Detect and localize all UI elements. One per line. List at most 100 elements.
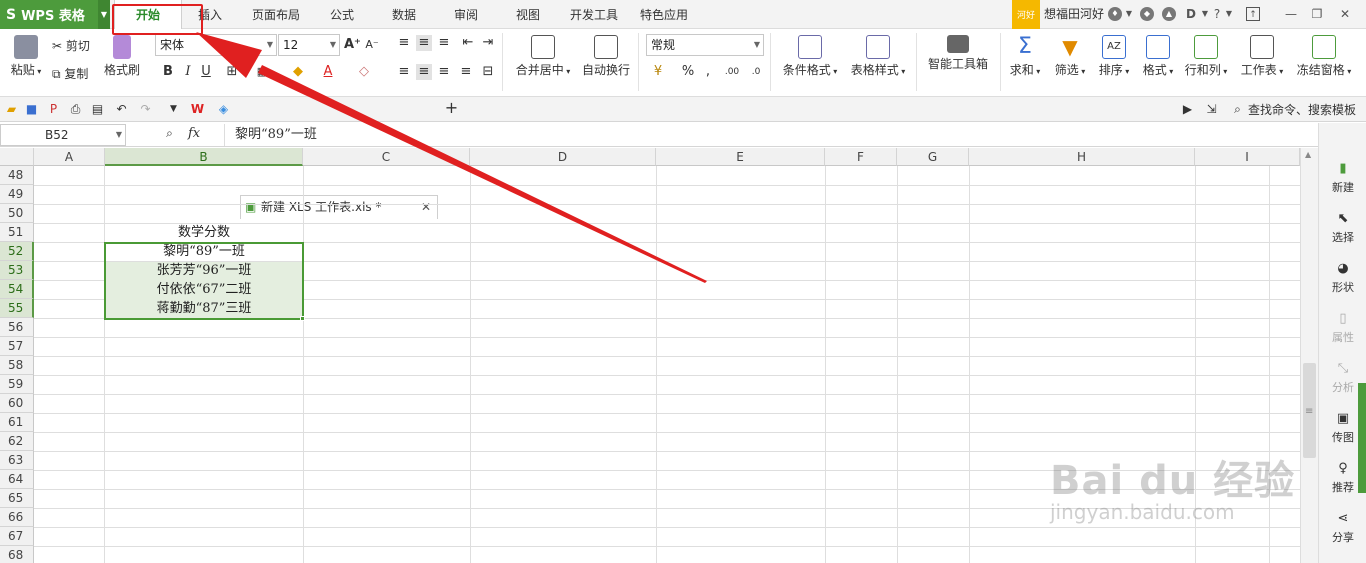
tab-special[interactable]: 特色应用 bbox=[636, 0, 692, 29]
merge-borders-icon[interactable]: ▦ bbox=[254, 64, 270, 80]
spreadsheet-grid[interactable]: A B C D E F G H I 48 49 50 51 52 53 54 5… bbox=[0, 148, 1300, 563]
align-right-icon[interactable]: ≡ bbox=[436, 64, 452, 80]
freeze-panes-button[interactable]: 冻结窗格 ▾ bbox=[1294, 35, 1354, 78]
close-icon[interactable]: ✕ bbox=[1338, 7, 1352, 21]
new-tab-icon[interactable]: + bbox=[444, 100, 459, 116]
user-dropdown-icon[interactable]: ▼ bbox=[1122, 7, 1136, 21]
underline-button[interactable]: U bbox=[198, 64, 214, 80]
paste-button[interactable]: 粘贴 ▾ bbox=[8, 35, 44, 78]
user-name[interactable]: 想福田河好 bbox=[1044, 0, 1104, 29]
save-icon[interactable]: ■ bbox=[24, 102, 39, 117]
panel-shape-button[interactable]: ◕ 形状 bbox=[1319, 261, 1366, 295]
row-header[interactable]: 51 bbox=[0, 223, 34, 242]
row-header[interactable]: 59 bbox=[0, 375, 34, 394]
column-header-b[interactable]: B bbox=[105, 148, 303, 166]
filter-button[interactable]: ▼ 筛选 ▾ bbox=[1050, 35, 1090, 78]
sort-button[interactable]: AZ 排序 ▾ bbox=[1094, 35, 1134, 78]
increase-decimal-icon[interactable]: .00 bbox=[724, 64, 740, 80]
tab-review[interactable]: 审阅 bbox=[448, 0, 484, 29]
row-header[interactable]: 66 bbox=[0, 508, 34, 527]
sum-button[interactable]: Σ 求和 ▾ bbox=[1006, 35, 1044, 78]
align-middle-icon[interactable]: ≡ bbox=[416, 35, 432, 51]
align-center-icon[interactable]: ≡ bbox=[416, 64, 432, 80]
tab-page-layout[interactable]: 页面布局 bbox=[248, 0, 304, 29]
align-top-icon[interactable]: ≡ bbox=[396, 35, 412, 51]
app-menu-dropdown-icon[interactable]: ▼ bbox=[98, 0, 110, 29]
row-header[interactable]: 62 bbox=[0, 432, 34, 451]
column-header-g[interactable]: G bbox=[897, 148, 969, 166]
comma-icon[interactable]: , bbox=[700, 64, 716, 80]
cut-button[interactable]: ✂ 剪切 bbox=[52, 37, 90, 54]
row-header[interactable]: 52 bbox=[0, 242, 34, 261]
row-header[interactable]: 67 bbox=[0, 527, 34, 546]
row-header[interactable]: 53 bbox=[0, 261, 34, 280]
justify-icon[interactable]: ≡ bbox=[458, 64, 474, 80]
decrease-font-icon[interactable]: A⁻ bbox=[364, 37, 380, 53]
minimize-icon[interactable]: — bbox=[1284, 7, 1298, 21]
panel-property-button[interactable]: ▯ 属性 bbox=[1319, 311, 1366, 345]
format-painter-button[interactable]: 格式刷 bbox=[102, 35, 142, 78]
scroll-up-icon[interactable]: ▲ bbox=[1305, 150, 1311, 159]
undo-icon[interactable]: ↶ bbox=[114, 102, 129, 117]
percent-icon[interactable]: % bbox=[680, 64, 696, 80]
format-button[interactable]: 格式 ▾ bbox=[1138, 35, 1178, 78]
export-pdf-icon[interactable]: P bbox=[46, 102, 61, 117]
print-icon[interactable]: ⎙ bbox=[68, 102, 83, 117]
row-header[interactable]: 56 bbox=[0, 318, 34, 337]
print-preview-icon[interactable]: ▤ bbox=[90, 102, 105, 117]
font-size-select[interactable]: 12 ▼ bbox=[278, 34, 340, 56]
zoom-icon[interactable]: ⌕ bbox=[162, 126, 177, 141]
indent-increase-icon[interactable]: ⇥ bbox=[480, 35, 496, 51]
command-search[interactable]: 查找命令、搜索模板 bbox=[1248, 101, 1356, 118]
app-logo-button[interactable]: S WPS 表格 ▼ bbox=[0, 0, 110, 29]
select-all-corner[interactable] bbox=[0, 148, 34, 166]
column-header-d[interactable]: D bbox=[470, 148, 656, 166]
tab-formulas[interactable]: 公式 bbox=[324, 0, 360, 29]
row-header[interactable]: 58 bbox=[0, 356, 34, 375]
row-header[interactable]: 55 bbox=[0, 299, 34, 318]
pin-icon[interactable]: ⇲ bbox=[1204, 102, 1219, 117]
row-header[interactable]: 63 bbox=[0, 451, 34, 470]
formula-input[interactable]: 黎明“89”一班 bbox=[224, 124, 1316, 146]
align-left-icon[interactable]: ≡ bbox=[396, 64, 412, 80]
row-header[interactable]: 68 bbox=[0, 546, 34, 563]
row-header[interactable]: 50 bbox=[0, 204, 34, 223]
smart-toolbox-button[interactable]: 智能工具箱 bbox=[924, 35, 992, 72]
row-header[interactable]: 61 bbox=[0, 413, 34, 432]
merge-center-button[interactable]: 合并居中 ▾ bbox=[512, 35, 574, 78]
indent-decrease-icon[interactable]: ⇤ bbox=[460, 35, 476, 51]
panel-select-button[interactable]: ⬉ 选择 bbox=[1319, 211, 1366, 245]
cloud-icon[interactable]: D bbox=[1184, 7, 1198, 21]
cube-icon[interactable]: ◈ bbox=[216, 102, 231, 117]
skin-icon[interactable]: ◆ bbox=[1140, 7, 1154, 21]
panel-share-button[interactable]: ⋖ 分享 bbox=[1319, 511, 1366, 545]
user-level-icon[interactable]: ♦ bbox=[1108, 7, 1122, 21]
number-format-select[interactable]: 常规 ▼ bbox=[646, 34, 764, 56]
column-header-e[interactable]: E bbox=[656, 148, 825, 166]
open-icon[interactable]: ▰ bbox=[4, 102, 19, 117]
window-restore-icon[interactable]: ↑ bbox=[1246, 7, 1260, 21]
increase-font-icon[interactable]: A⁺ bbox=[344, 37, 361, 53]
user-avatar[interactable]: 河好 bbox=[1012, 0, 1040, 29]
font-color-icon[interactable]: A bbox=[320, 64, 336, 80]
tab-developer[interactable]: 开发工具 bbox=[566, 0, 622, 29]
align-bottom-icon[interactable]: ≡ bbox=[436, 35, 452, 51]
column-header-h[interactable]: H bbox=[969, 148, 1195, 166]
customize-dropdown-icon[interactable]: ▼ bbox=[166, 102, 181, 117]
borders-icon[interactable]: ⊞ bbox=[224, 64, 240, 80]
column-header-c[interactable]: C bbox=[303, 148, 470, 166]
column-header-i[interactable]: I bbox=[1195, 148, 1300, 166]
redo-icon[interactable]: ↷ bbox=[138, 102, 153, 117]
row-header[interactable]: 60 bbox=[0, 394, 34, 413]
column-header-f[interactable]: F bbox=[825, 148, 897, 166]
row-header[interactable]: 64 bbox=[0, 470, 34, 489]
panel-collapse-handle[interactable] bbox=[1358, 383, 1366, 493]
wrap-text-button[interactable]: 自动换行 bbox=[580, 35, 632, 78]
bold-button[interactable]: B bbox=[160, 64, 176, 80]
font-name-select[interactable]: 宋体 ▼ bbox=[155, 34, 277, 56]
feedback-icon[interactable]: ▲ bbox=[1162, 7, 1176, 21]
table-style-button[interactable]: 表格样式 ▾ bbox=[846, 35, 910, 78]
row-header[interactable]: 49 bbox=[0, 185, 34, 204]
fx-icon[interactable]: fx bbox=[188, 126, 200, 141]
column-header-a[interactable]: A bbox=[34, 148, 105, 166]
